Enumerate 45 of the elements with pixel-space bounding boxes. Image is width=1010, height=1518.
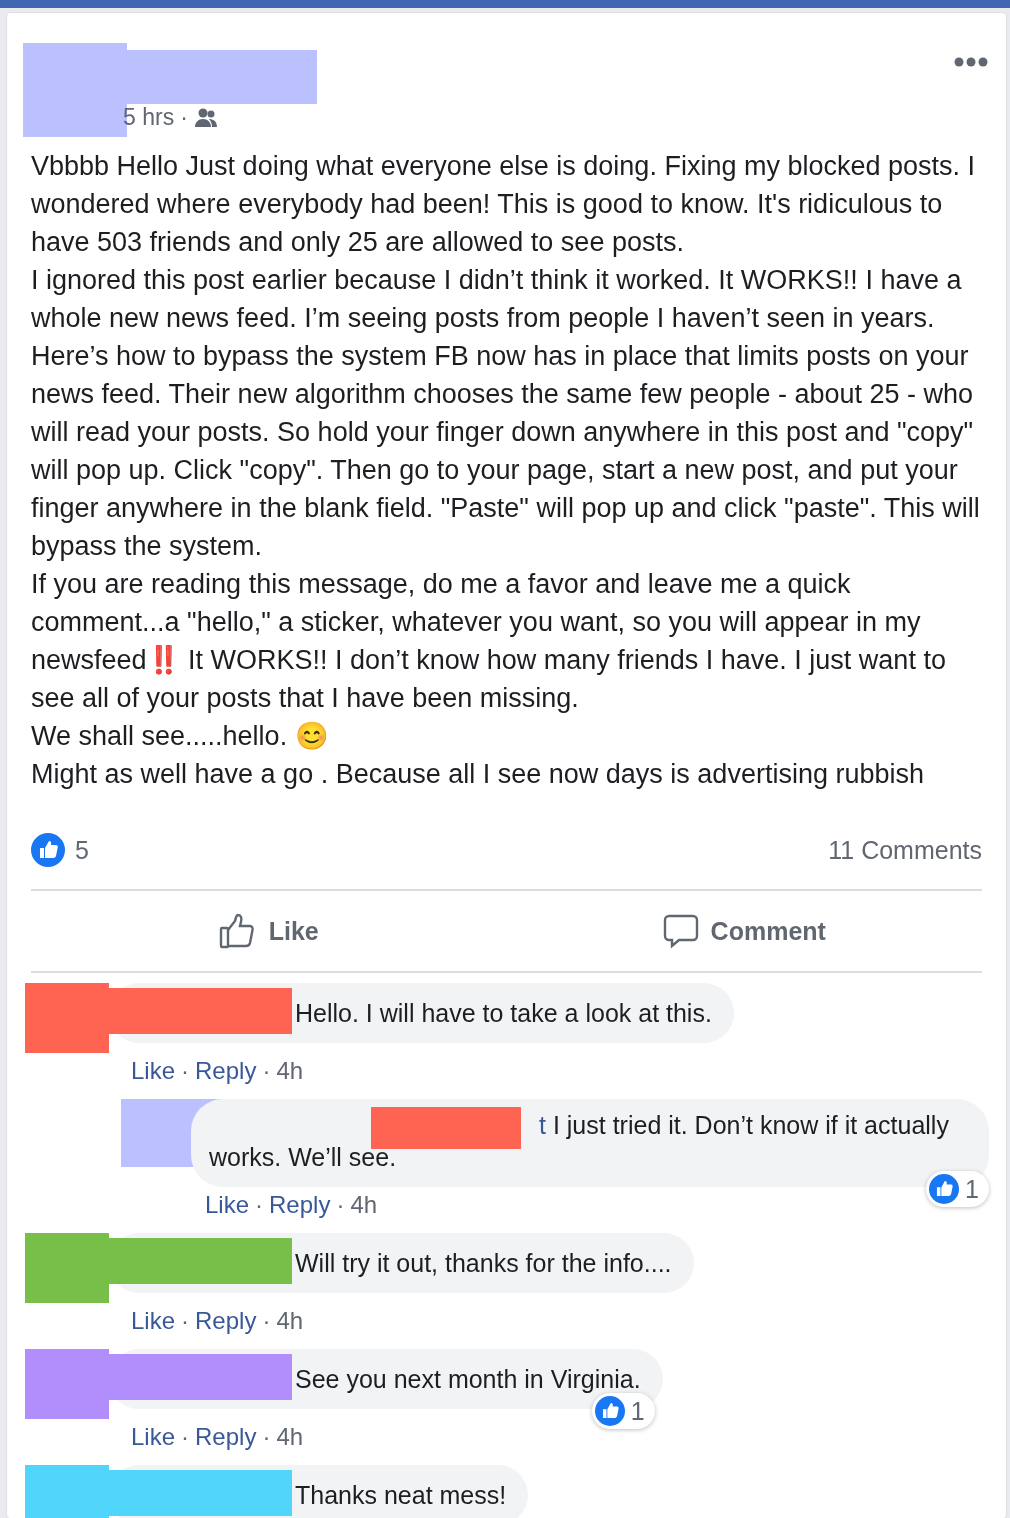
reply-link[interactable]: Reply xyxy=(269,1191,331,1219)
separator-dot: · xyxy=(255,1191,264,1219)
post-paragraph: I ignored this post earlier because I didn’t think it worked. It WORKS!! I have a whole new news feed. I’m seeing posts from people I haven’t seen in years. Here’s how to bypass the system FB now has in place that limits posts on your news feed. Their new algorithm chooses the same few people - about 25 - who will read your posts. So hold your finger down anywhere in this post and "copy" will pop up. Click "copy". Then go to your page, start a new post, and put your finger anywhere in the blank field. "Paste" will pop up and click "paste". This will bypass the system. xyxy=(31,264,981,563)
reaction-count: 1 xyxy=(591,1393,655,1429)
like-button[interactable]: Like xyxy=(31,891,507,971)
like-link[interactable]: Like xyxy=(131,1423,176,1451)
comment-text: Hello. I will have to take a look at this. xyxy=(295,998,712,1029)
separator-dot: · xyxy=(180,104,188,131)
separator-dot: · xyxy=(181,1307,190,1335)
post-time[interactable]: 5 hrs xyxy=(123,104,175,131)
separator-dot: · xyxy=(181,1057,190,1085)
comment-time: 4h xyxy=(276,1307,304,1335)
comment-time: 4h xyxy=(276,1423,304,1451)
comment-count[interactable]: 11 Comments xyxy=(828,835,982,865)
speech-bubble-icon xyxy=(662,913,699,949)
like-reaction-icon xyxy=(31,833,65,867)
like-reaction-icon xyxy=(929,1174,960,1204)
reply-link[interactable]: Reply xyxy=(195,1423,257,1451)
like-link[interactable]: Like xyxy=(131,1307,176,1335)
comment-text: Will try it out, thanks for the info.... xyxy=(295,1248,672,1279)
post-paragraph: If you are reading this message, do me a favor and leave me a quick comment...a "hello," a sticker, whatever you want, so you will appear in my newsfeed‼ It WORKS!! I don’t know how many friends I have. I just want to see all of your posts that I have been missing. xyxy=(31,568,947,715)
comment-text: t I just tried it. Don’t know if it actually works. We’ll see. xyxy=(209,1110,950,1173)
people-icon xyxy=(193,107,218,128)
like-link[interactable]: Like xyxy=(131,1057,176,1085)
more-options-icon[interactable] xyxy=(954,57,988,67)
separator-dot: · xyxy=(181,1423,190,1451)
reaction-count: 1 xyxy=(926,1171,989,1207)
comment-button[interactable]: Comment xyxy=(506,891,982,971)
reply-link[interactable]: Reply xyxy=(195,1307,257,1335)
post-paragraph: Vbbbb Hello Just doing what everyone else is doing. Fixing my blocked posts. I wondered where everybody had been! This is good to know. It's ridiculous to have 503 friends and only 25 are allowed to see posts. xyxy=(31,150,976,259)
comment-time: 4h xyxy=(276,1057,304,1085)
comment-time: 4h xyxy=(350,1191,378,1219)
comment-text: Thanks neat mess! xyxy=(295,1480,507,1511)
separator-dot: · xyxy=(262,1057,271,1085)
like-link[interactable]: Like xyxy=(205,1191,250,1219)
post-paragraph: We shall see.....hello. 😊 xyxy=(31,720,330,753)
reply-link[interactable]: Reply xyxy=(195,1057,257,1085)
comment-text: See you next month in Virginia. xyxy=(295,1364,641,1395)
separator-dot: · xyxy=(262,1307,271,1335)
post-paragraph: Might as well have a go . Because all I see now days is advertising rubbish xyxy=(31,758,925,791)
like-count[interactable]: 5 xyxy=(75,835,89,865)
separator-dot: · xyxy=(336,1191,345,1219)
separator-dot: · xyxy=(262,1423,271,1451)
thumbs-up-icon xyxy=(218,912,257,950)
like-reaction-icon xyxy=(594,1396,625,1426)
